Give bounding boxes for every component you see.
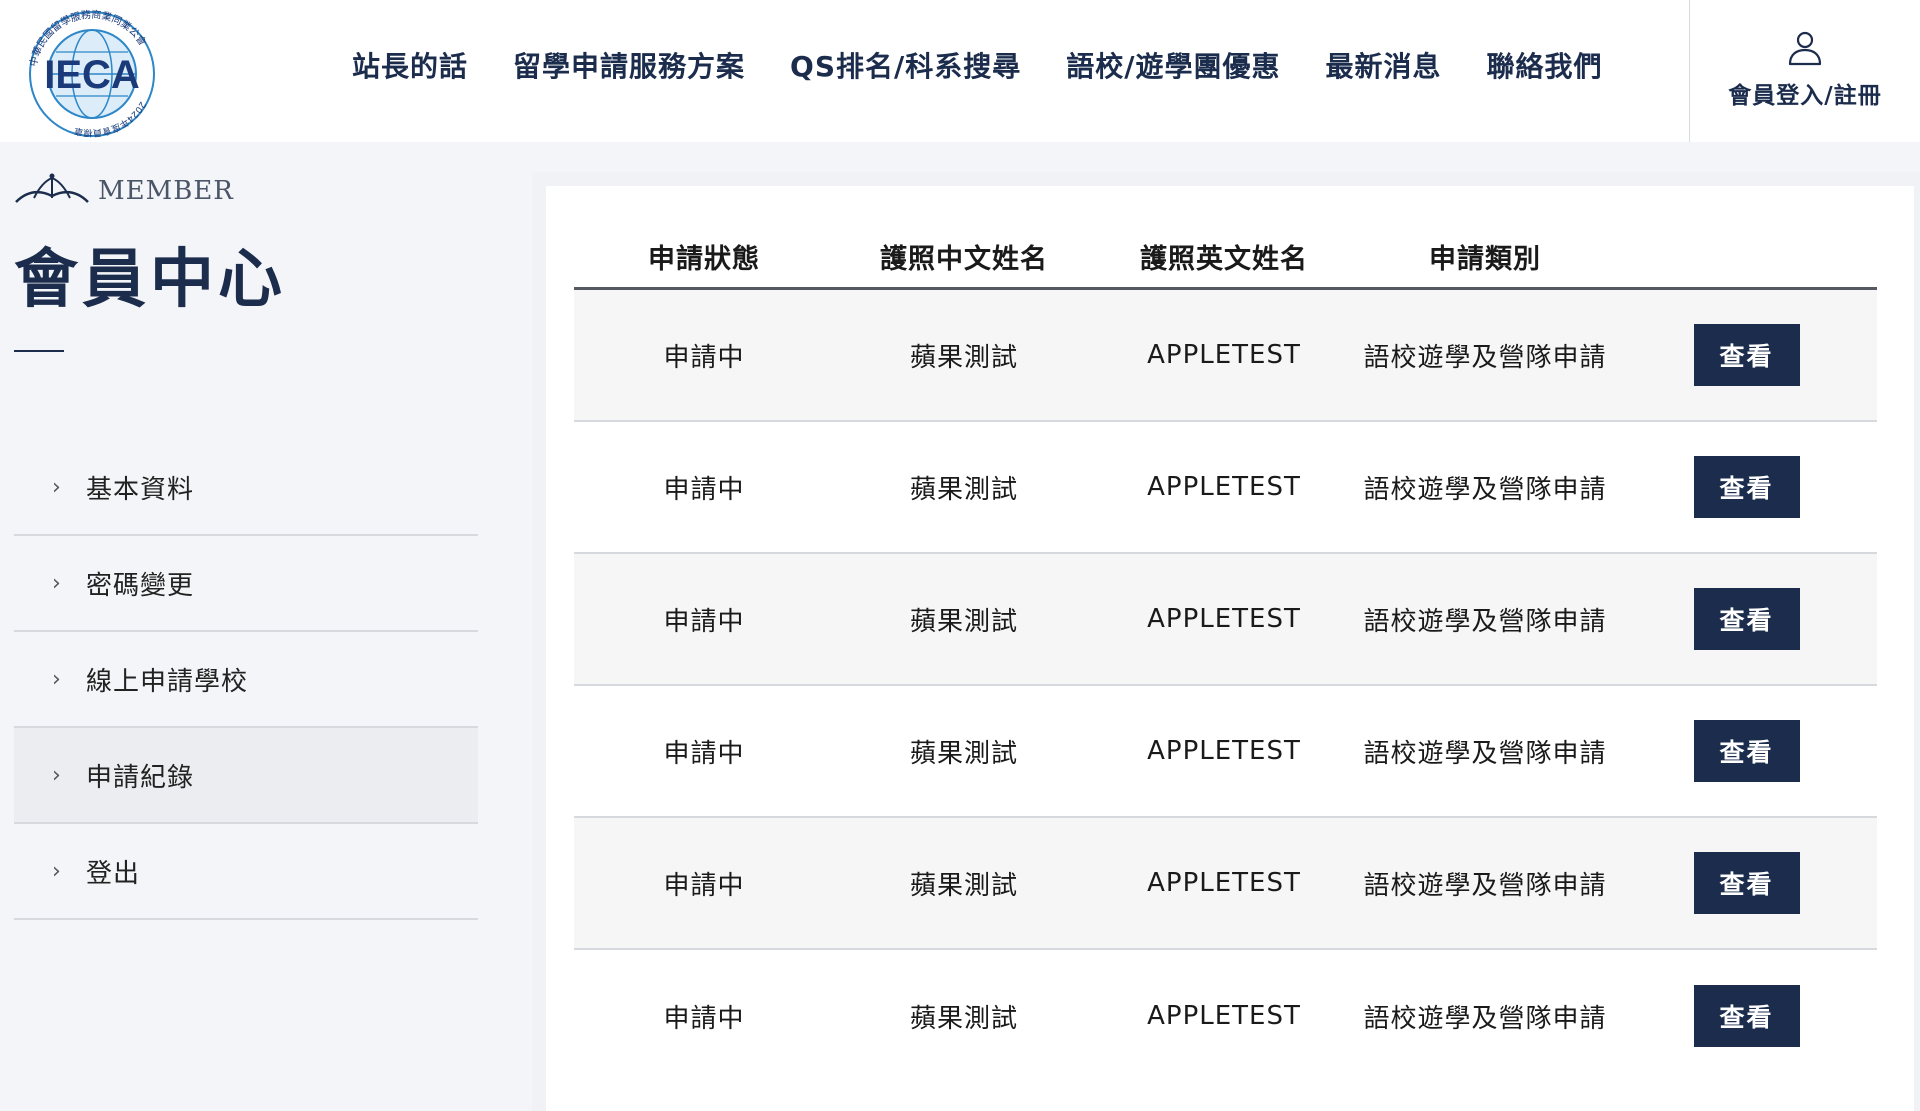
table-row: 申請中 蘋果測試 APPLETEST 語校遊學及營隊申請 查看: [574, 554, 1877, 686]
cell-status: 申請中: [663, 342, 745, 373]
table-row: 申請中 蘋果測試 APPLETEST 語校遊學及營隊申請 查看: [574, 686, 1877, 818]
cell-name-en: APPLETEST: [1147, 736, 1301, 766]
cell-name-en: APPLETEST: [1147, 868, 1301, 898]
cell-category: 語校遊學及營隊申請: [1363, 342, 1607, 373]
cell-status: 申請中: [663, 474, 745, 505]
logo-text: IECA: [44, 53, 140, 97]
cell-action: 查看: [1616, 985, 1877, 1047]
chevron-right-icon: ›: [52, 762, 61, 788]
title-underline: [14, 350, 64, 352]
table-row: 申請中 蘋果測試 APPLETEST 語校遊學及營隊申請 查看: [574, 290, 1877, 422]
cell-name-en: APPLETEST: [1147, 604, 1301, 634]
table-row: 申請中 蘋果測試 APPLETEST 語校遊學及營隊申請 查看: [574, 950, 1877, 1082]
nav-item-contact[interactable]: 聯絡我們: [1486, 45, 1602, 85]
column-header-name-en: 護照英文姓名: [1140, 244, 1308, 275]
table-row: 申請中 蘋果測試 APPLETEST 語校遊學及營隊申請 查看: [574, 818, 1877, 950]
sidebar-item-online-application[interactable]: › 線上申請學校: [14, 632, 478, 728]
column-header-status: 申請狀態: [648, 244, 760, 275]
member-tag: MEMBER: [14, 172, 234, 210]
sidebar-item-label: 申請紀錄: [86, 762, 195, 793]
cell-category: 語校遊學及營隊申請: [1363, 870, 1607, 901]
cell-action: 查看: [1616, 720, 1877, 782]
cell-action: 查看: [1616, 588, 1877, 650]
cell-category: 語校遊學及營隊申請: [1363, 738, 1607, 769]
login-label: 會員登入/註冊: [1728, 83, 1882, 109]
sidebar-item-label: 密碼變更: [86, 570, 195, 601]
sidebar-item-label: 線上申請學校: [86, 666, 249, 697]
cell-action: 查看: [1616, 852, 1877, 914]
nav-item-director-message[interactable]: 站長的話: [352, 45, 468, 85]
ieca-globe-logo-icon: IECA 中華民國留學服務商業同業公會 2024年度會員標章: [26, 8, 155, 138]
cell-category: 語校遊學及營隊申請: [1363, 606, 1607, 637]
sidebar-item-basic-info[interactable]: › 基本資料: [14, 440, 478, 536]
cell-name-en: APPLETEST: [1147, 472, 1301, 502]
table-row: 申請中 蘋果測試 APPLETEST 語校遊學及營隊申請 查看: [574, 422, 1877, 554]
cell-name-en: APPLETEST: [1147, 1001, 1301, 1031]
cell-action: 查看: [1616, 324, 1877, 386]
application-records-table: 申請狀態 護照中文姓名 護照英文姓名 申請類別 申請中 蘋果測試 APPLETE…: [574, 226, 1877, 1082]
cell-status: 申請中: [663, 1003, 745, 1034]
chevron-right-icon: ›: [52, 570, 61, 596]
page-title: 會員中心: [14, 243, 286, 317]
sidebar-item-label: 登出: [86, 858, 141, 889]
main-nav: 站長的話 留學申請服務方案 QS排名/科系搜尋 語校/遊學團優惠 最新消息 聯絡…: [352, 40, 1603, 90]
view-button[interactable]: 查看: [1693, 852, 1800, 914]
cell-name-zh: 蘋果測試: [909, 1003, 1018, 1034]
table-header-row: 申請狀態 護照中文姓名 護照英文姓名 申請類別: [574, 226, 1877, 290]
column-header-name-zh: 護照中文姓名: [880, 244, 1048, 275]
column-header-category: 申請類別: [1429, 244, 1541, 275]
cell-status: 申請中: [663, 606, 745, 637]
view-button[interactable]: 查看: [1693, 588, 1800, 650]
cell-name-en: APPLETEST: [1147, 340, 1301, 370]
member-label: MEMBER: [98, 176, 234, 206]
nav-item-study-abroad-services[interactable]: 留學申請服務方案: [513, 45, 745, 85]
cell-category: 語校遊學及營隊申請: [1363, 1003, 1607, 1034]
cell-name-zh: 蘋果測試: [909, 342, 1018, 373]
chevron-right-icon: ›: [52, 474, 61, 500]
sidebar-item-logout[interactable]: › 登出: [14, 824, 478, 920]
sidebar-menu: › 基本資料 › 密碼變更 › 線上申請學校 › 申請紀錄 › 登出: [14, 440, 478, 920]
cell-name-zh: 蘋果測試: [909, 606, 1018, 637]
chevron-right-icon: ›: [52, 858, 61, 884]
cell-status: 申請中: [663, 870, 745, 901]
nav-item-language-school-deals[interactable]: 語校/遊學團優惠: [1066, 45, 1280, 85]
cell-action: 查看: [1616, 456, 1877, 518]
nav-item-qs-ranking[interactable]: QS排名/科系搜尋: [790, 45, 1021, 85]
view-button[interactable]: 查看: [1693, 456, 1800, 518]
cell-category: 語校遊學及營隊申請: [1363, 474, 1607, 505]
nav-item-news[interactable]: 最新消息: [1325, 45, 1441, 85]
sidebar-item-application-records[interactable]: › 申請紀錄: [14, 728, 478, 824]
cell-name-zh: 蘋果測試: [909, 738, 1018, 769]
sidebar-item-label: 基本資料: [86, 474, 195, 505]
chevron-right-icon: ›: [52, 666, 61, 692]
ieca-logo[interactable]: IECA 中華民國留學服務商業同業公會 2024年度會員標章: [26, 8, 158, 138]
view-button[interactable]: 查看: [1693, 985, 1800, 1047]
site-header: IECA 中華民國留學服務商業同業公會 2024年度會員標章 站長的話 留學申請…: [0, 0, 1920, 142]
cell-name-zh: 蘋果測試: [909, 474, 1018, 505]
application-records-panel: 申請狀態 護照中文姓名 護照英文姓名 申請類別 申請中 蘋果測試 APPLETE…: [546, 186, 1914, 1111]
cell-status: 申請中: [663, 738, 745, 769]
view-button[interactable]: 查看: [1693, 720, 1800, 782]
cell-name-zh: 蘋果測試: [909, 870, 1018, 901]
user-icon: [1785, 28, 1825, 68]
crown-icon: [14, 172, 90, 210]
sidebar-item-change-password[interactable]: › 密碼變更: [14, 536, 478, 632]
view-button[interactable]: 查看: [1693, 324, 1800, 386]
login-register-button[interactable]: 會員登入/註冊: [1690, 28, 1920, 118]
